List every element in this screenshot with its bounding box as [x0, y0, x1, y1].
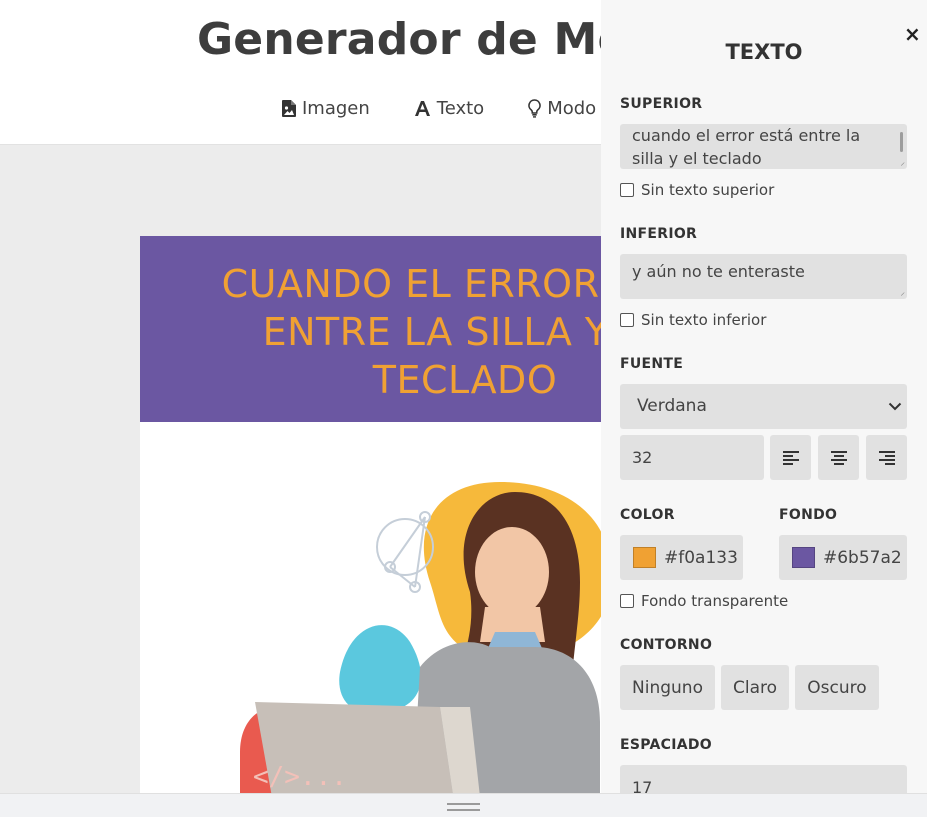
background-color-swatch — [792, 547, 815, 568]
superior-textarea[interactable]: cuando el error está entre la silla y el… — [620, 124, 907, 169]
text-color-swatch — [633, 547, 656, 568]
sin-texto-inferior-label: Sin texto inferior — [641, 311, 767, 329]
fondo-transparente-label: Fondo transparente — [641, 592, 789, 610]
contorno-label: CONTORNO — [620, 637, 713, 653]
background-color-value: #6b57a2 — [823, 547, 902, 568]
align-right-icon — [878, 450, 895, 465]
sin-texto-superior-checkbox[interactable] — [620, 183, 634, 197]
textarea-scrollbar[interactable] — [900, 132, 903, 152]
chevron-down-icon — [888, 384, 902, 429]
align-left-button[interactable] — [770, 435, 811, 480]
sin-texto-superior-row[interactable]: Sin texto superior — [620, 181, 774, 199]
fondo-label: FONDO — [779, 507, 838, 523]
inferior-label: INFERIOR — [620, 226, 698, 242]
resize-grip-icon[interactable]: ⸝ — [900, 289, 905, 298]
text-settings-panel: × TEXTO SUPERIOR cuando el error está en… — [601, 0, 927, 793]
inferior-textarea-value: y aún no te enteraste — [632, 262, 805, 281]
fondo-transparente-row[interactable]: Fondo transparente — [620, 592, 788, 610]
spacing-input[interactable]: 17 — [620, 765, 907, 793]
resize-grip-icon[interactable]: ⸝ — [900, 159, 905, 168]
font-icon — [414, 100, 431, 117]
nav-label-imagen: Imagen — [302, 98, 370, 119]
font-size-input[interactable]: 32 — [620, 435, 764, 480]
resize-handle[interactable] — [447, 803, 480, 811]
inferior-textarea[interactable]: y aún no te enteraste ⸝ — [620, 254, 907, 299]
color-label: COLOR — [620, 507, 675, 523]
align-center-button[interactable] — [818, 435, 859, 480]
font-select[interactable]: Verdana — [620, 384, 907, 429]
nav-label-texto: Texto — [436, 98, 485, 119]
outline-ninguno-button[interactable]: Ninguno — [620, 665, 715, 710]
fondo-transparente-checkbox[interactable] — [620, 594, 634, 608]
sin-texto-inferior-checkbox[interactable] — [620, 313, 634, 327]
meme-image-caption: </>... — [253, 762, 347, 792]
text-color-value: #f0a133 — [664, 547, 738, 568]
sin-texto-superior-label: Sin texto superior — [641, 181, 775, 199]
text-color-picker[interactable]: #f0a133 — [620, 535, 743, 580]
nav-item-imagen[interactable]: Imagen — [282, 98, 370, 119]
superior-label: SUPERIOR — [620, 96, 703, 112]
nav-item-texto[interactable]: Texto — [414, 98, 484, 119]
lightbulb-icon — [528, 99, 541, 118]
fuente-label: FUENTE — [620, 356, 684, 372]
panel-title: TEXTO — [725, 40, 803, 64]
sin-texto-inferior-row[interactable]: Sin texto inferior — [620, 311, 766, 329]
superior-textarea-value: cuando el error está entre la silla y el… — [632, 126, 861, 168]
align-right-button[interactable] — [866, 435, 907, 480]
espaciado-label: ESPACIADO — [620, 737, 712, 753]
bottom-bar — [0, 793, 927, 817]
image-file-icon — [282, 100, 296, 117]
outline-oscuro-button[interactable]: Oscuro — [795, 665, 879, 710]
outline-claro-button[interactable]: Claro — [721, 665, 789, 710]
font-select-value: Verdana — [637, 396, 707, 416]
align-left-icon — [782, 450, 799, 465]
background-color-picker[interactable]: #6b57a2 — [779, 535, 907, 580]
align-center-icon — [830, 450, 847, 465]
